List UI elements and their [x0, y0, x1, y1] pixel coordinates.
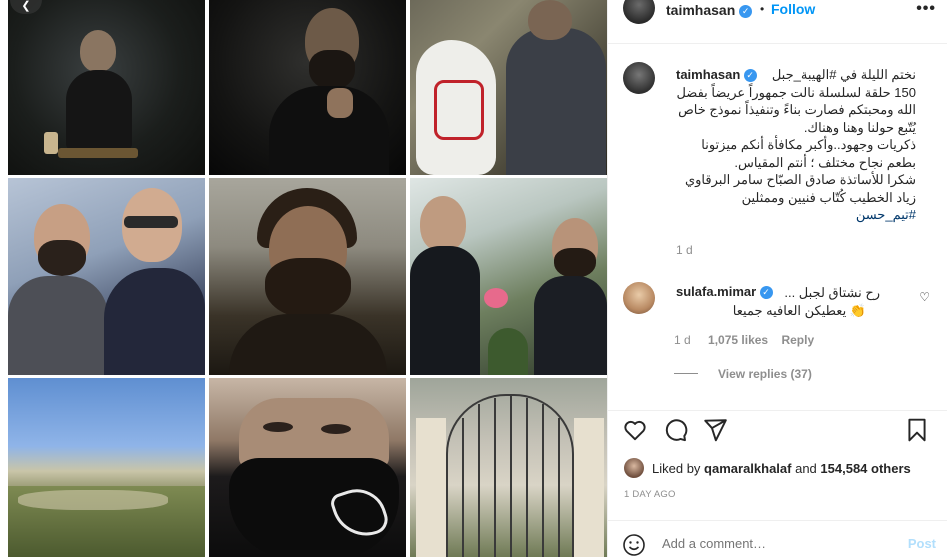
comment-body: رح نشتاق لجبل ... 👏 يعطيكن العافيه جميعا [666, 284, 916, 320]
grid-image-3[interactable] [410, 0, 607, 175]
grid-image-7[interactable] [8, 378, 205, 557]
view-replies-button[interactable]: View replies (37) [718, 367, 812, 381]
follow-button[interactable]: Follow [771, 1, 815, 17]
caption-username[interactable]: taimhasan [676, 67, 740, 82]
add-comment-bar: Post [608, 520, 947, 557]
caption-hashtag[interactable]: #تيم_حسن [666, 206, 916, 224]
more-options-icon[interactable]: ••• [916, 0, 936, 18]
hand [327, 88, 353, 118]
action-bar [608, 410, 947, 450]
rider-head [528, 0, 572, 40]
likes-middle: and [791, 461, 821, 476]
like-icon[interactable] [622, 417, 648, 443]
eye-left [263, 422, 293, 432]
reply-button[interactable]: Reply [781, 333, 814, 347]
post-caption: نختم الليلة في #الهيبة_جبل 150 حلقة لسلس… [666, 66, 916, 224]
village [18, 490, 168, 510]
comment-line-2: 👏 يعطيكن العافيه جميعا [732, 303, 866, 318]
commenter-avatar[interactable] [623, 282, 655, 314]
caption-avatar[interactable] [623, 62, 655, 94]
caption-line-6: بطعم نجاح مختلف ؛ أنتم المقياس. [734, 154, 916, 170]
share-icon[interactable] [702, 417, 728, 443]
caption-line-8: زياد الخطيب كُتّاب فنيين وممثلين [741, 189, 916, 205]
suit-right [104, 268, 205, 375]
beard [554, 248, 596, 278]
post-time[interactable]: 1 DAY AGO [624, 489, 676, 500]
post-button[interactable]: Post [908, 536, 936, 551]
grid-image-8[interactable] [209, 378, 406, 557]
comment-likes[interactable]: 1,075 likes [708, 333, 768, 347]
grid-image-9[interactable] [410, 378, 607, 557]
separator-dot: • [760, 2, 765, 16]
gate-pillar-right [574, 418, 604, 557]
author-username[interactable]: taimhasan [666, 2, 735, 18]
glasses [124, 216, 178, 228]
caption-first-text: نختم الليلة في #الهيبة_جبل [771, 67, 916, 82]
grid-image-1[interactable] [8, 0, 205, 175]
flowers [484, 288, 508, 308]
image-grid: ❮ [0, 0, 607, 557]
eye-right [321, 424, 351, 434]
comment-icon[interactable] [662, 417, 688, 443]
bridle [434, 80, 484, 140]
liker-avatar[interactable] [624, 458, 644, 478]
beard [309, 50, 355, 90]
caption-line-3: الله ومحبتكم فصارت بناءً وتنفيذاً نموذج … [678, 102, 916, 117]
caption-verified-icon: ✓ [743, 69, 757, 83]
liker-username[interactable]: qamaralkhalaf [704, 461, 791, 476]
author-name[interactable]: taimhasan ✓ [666, 2, 753, 18]
caption-line-5: ذكريات وجهود..وأكبر مكافأة أنكم ميزتونا [701, 137, 916, 152]
grid-image-4[interactable] [8, 178, 205, 375]
likes-prefix: Liked by [652, 461, 705, 476]
body-right [534, 276, 607, 375]
comments-section[interactable]: نختم الليلة في #الهيبة_جبل 150 حلقة لسلس… [608, 45, 947, 410]
comment-like-icon[interactable]: ♡ [919, 290, 930, 304]
rider-vest [506, 28, 606, 175]
gate-pillar-left [416, 418, 446, 557]
comment-time[interactable]: 1 d [674, 333, 691, 347]
figure-left [420, 196, 466, 252]
verified-icon: ✓ [739, 4, 753, 18]
suit-left [8, 276, 108, 375]
beard [265, 258, 351, 318]
comment-line-1: رح نشتاق لجبل ... [784, 285, 880, 300]
replies-divider [674, 373, 698, 374]
likes-others-link[interactable]: 154,584 others [820, 461, 910, 476]
bookmark-icon[interactable] [904, 417, 930, 443]
body-left [410, 246, 480, 375]
author-avatar[interactable] [623, 0, 655, 24]
tray [58, 148, 138, 158]
comment-input[interactable] [662, 536, 872, 551]
grid-image-6[interactable] [410, 178, 607, 375]
plant [488, 328, 528, 375]
emoji-icon[interactable] [622, 533, 646, 557]
likes-summary: Liked by qamaralkhalaf and 154,584 other… [652, 461, 911, 476]
shoulders [229, 314, 387, 375]
caption-time[interactable]: 1 d [676, 243, 693, 257]
caption-line-7: شكرا للأساتذة صادق الصبّاح سامر البرقاوي [684, 172, 916, 187]
caption-username-wrap: taimhasan ✓ [676, 67, 757, 83]
figure [80, 30, 116, 72]
caption-line-2: 150 حلقة لسلسلة نالت جمهوراً عريضاً بفضل [676, 84, 916, 100]
candle [44, 132, 58, 154]
figure-body [66, 70, 132, 150]
post-panel: taimhasan ✓ • Follow ••• نختم الليلة في … [607, 0, 947, 557]
comment-meta: 1 d 1,075 likes Reply [674, 333, 814, 347]
grid-image-5[interactable] [209, 178, 406, 375]
caption-line-4: يُتّبع حولنا وهنا وهناك. [803, 119, 916, 135]
post-header: taimhasan ✓ • Follow ••• [608, 0, 947, 44]
beard [38, 240, 86, 276]
grid-image-2[interactable] [209, 0, 406, 175]
